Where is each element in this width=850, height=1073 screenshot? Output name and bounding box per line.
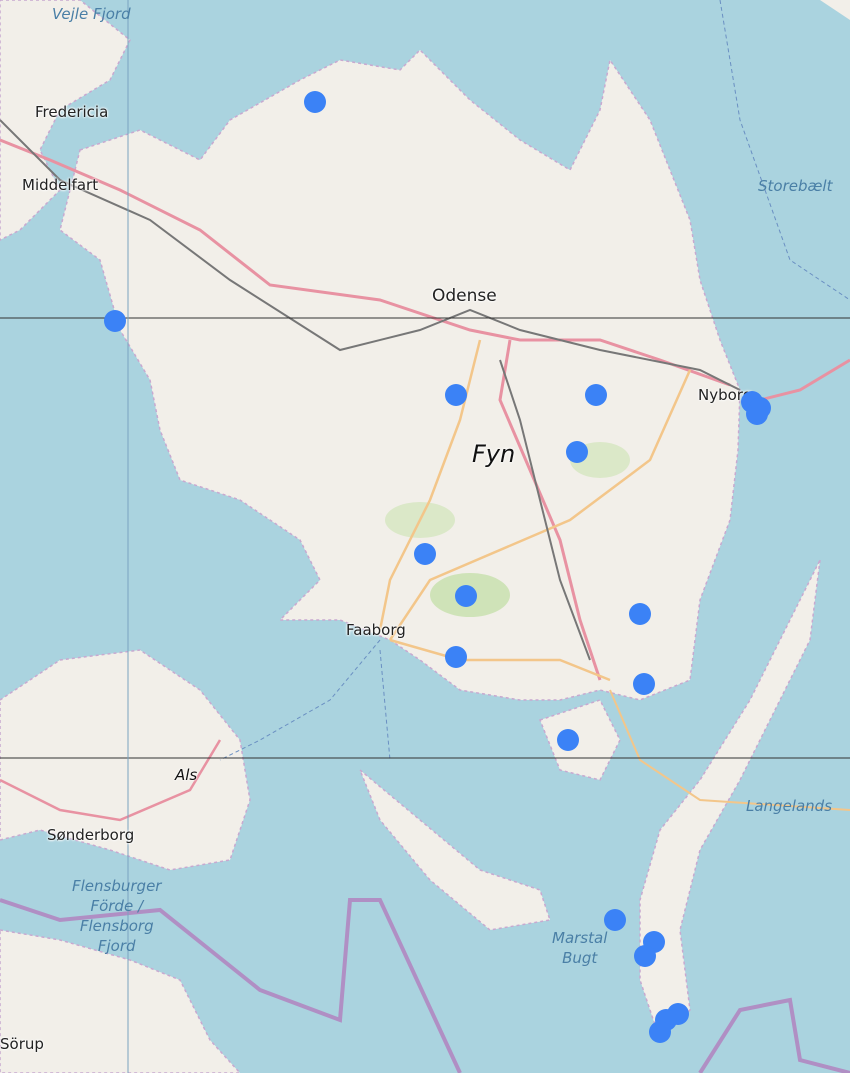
ferry-route bbox=[719, 0, 850, 301]
map-marker[interactable] bbox=[629, 603, 651, 625]
label-storebaelt: Storebælt bbox=[758, 177, 833, 195]
international-border bbox=[698, 997, 850, 1073]
ferry-route bbox=[219, 639, 381, 761]
map-marker[interactable] bbox=[455, 585, 477, 607]
map-marker[interactable] bbox=[304, 91, 326, 113]
land-taasinge bbox=[539, 699, 621, 781]
ferry-route bbox=[379, 649, 391, 761]
map-marker[interactable] bbox=[445, 646, 467, 668]
map-marker[interactable] bbox=[649, 1021, 671, 1043]
map-canvas[interactable]: Vejle Fjord Fredericia Middelfart Storeb… bbox=[0, 0, 850, 1073]
label-vejle-fjord: Vejle Fjord bbox=[52, 5, 131, 23]
map-marker[interactable] bbox=[557, 729, 579, 751]
map-marker[interactable] bbox=[566, 441, 588, 463]
label-middelfart: Middelfart bbox=[22, 176, 99, 194]
map-marker[interactable] bbox=[104, 310, 126, 332]
land-sjaelland-edge bbox=[820, 0, 850, 20]
label-flensburger-line1: Flensburger bbox=[72, 877, 162, 895]
label-fredericia: Fredericia bbox=[35, 103, 109, 121]
map-marker[interactable] bbox=[445, 384, 467, 406]
label-marstal-bugt: Marstal Bugt bbox=[552, 928, 607, 968]
map-marker[interactable] bbox=[604, 909, 626, 931]
map-marker[interactable] bbox=[634, 945, 656, 967]
label-langelands: Langelands bbox=[746, 797, 833, 815]
map-marker[interactable] bbox=[414, 543, 436, 565]
label-odense: Odense bbox=[432, 286, 497, 306]
label-als: Als bbox=[175, 766, 198, 784]
label-flensburger-line2: Förde / bbox=[90, 897, 143, 915]
label-fyn: Fyn bbox=[472, 440, 516, 468]
land-aeroe bbox=[359, 769, 551, 931]
label-sonderborg: Sønderborg bbox=[47, 826, 135, 844]
map-marker[interactable] bbox=[585, 384, 607, 406]
label-flensburger-line3: Flensborg bbox=[79, 917, 154, 935]
label-marstal-line2: Bugt bbox=[562, 949, 598, 967]
label-flensburger-foerde: Flensburger Förde / Flensborg Fjord bbox=[72, 876, 161, 956]
label-sorup: Sörup bbox=[0, 1035, 44, 1053]
bridge-storebaelt bbox=[759, 358, 850, 402]
map-marker[interactable] bbox=[746, 403, 768, 425]
label-flensburger-line4: Fjord bbox=[97, 937, 136, 955]
map-marker[interactable] bbox=[633, 673, 655, 695]
label-marstal-line1: Marstal bbox=[552, 929, 608, 947]
label-faaborg: Faaborg bbox=[346, 621, 406, 639]
